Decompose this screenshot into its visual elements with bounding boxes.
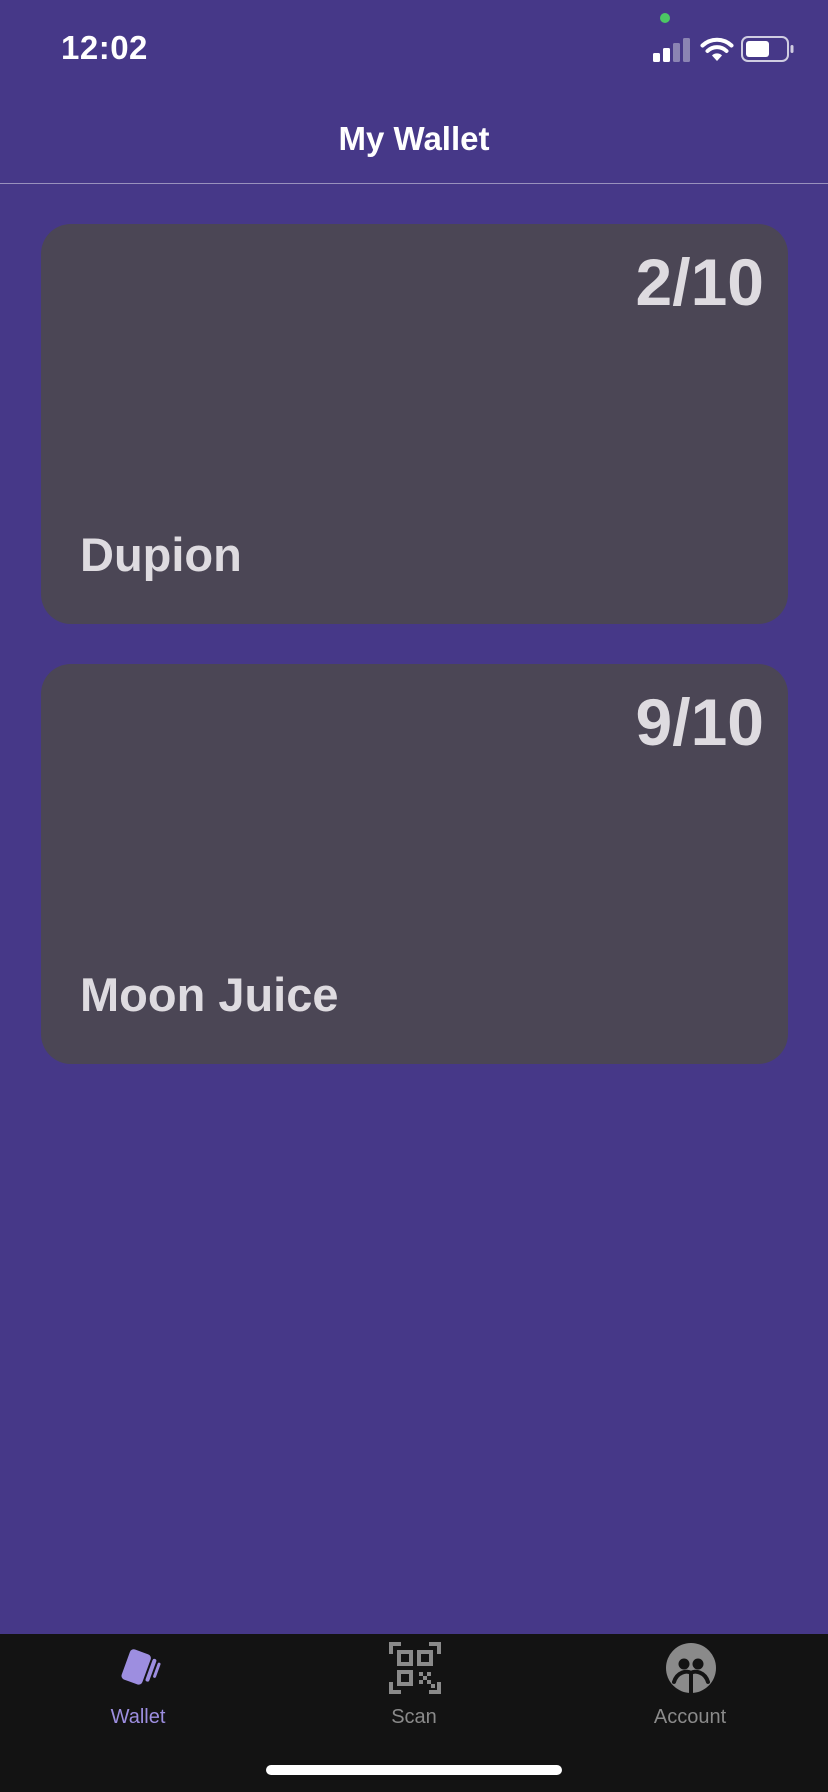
tab-label: Scan bbox=[391, 1706, 437, 1728]
tab-label: Wallet bbox=[110, 1706, 166, 1728]
signal-icon bbox=[653, 38, 690, 62]
card-merchant-name: Dupion bbox=[80, 528, 242, 581]
home-indicator bbox=[266, 1765, 562, 1775]
wallet-card-moon-juice[interactable]: 9/10 Moon Juice bbox=[41, 664, 788, 1064]
wifi-icon bbox=[700, 37, 734, 61]
account-icon bbox=[666, 1643, 716, 1693]
status-time: 12:02 bbox=[61, 29, 148, 66]
battery-icon bbox=[741, 36, 794, 62]
privacy-indicator-dot bbox=[660, 13, 670, 23]
tab-scan[interactable]: Scan bbox=[314, 1634, 514, 1734]
card-punch-count: 9/10 bbox=[635, 685, 764, 759]
card-merchant-name: Moon Juice bbox=[80, 968, 339, 1021]
status-bar: 12:02 bbox=[0, 0, 828, 100]
tab-label: Account bbox=[653, 1706, 727, 1728]
navigation-bar: My Wallet bbox=[0, 100, 828, 184]
card-punch-count: 2/10 bbox=[635, 245, 764, 319]
qr-code-icon bbox=[389, 1642, 441, 1694]
tab-wallet[interactable]: Wallet bbox=[38, 1634, 238, 1734]
wallet-card-dupion[interactable]: 2/10 Dupion bbox=[41, 224, 788, 624]
wallet-icon bbox=[121, 1649, 161, 1685]
tab-account[interactable]: Account bbox=[590, 1634, 790, 1734]
page-title: My Wallet bbox=[338, 120, 490, 157]
wallet-screen: 12:02 My Wallet 2/10 Dupion 9/10 Moon Ju… bbox=[0, 0, 828, 1792]
